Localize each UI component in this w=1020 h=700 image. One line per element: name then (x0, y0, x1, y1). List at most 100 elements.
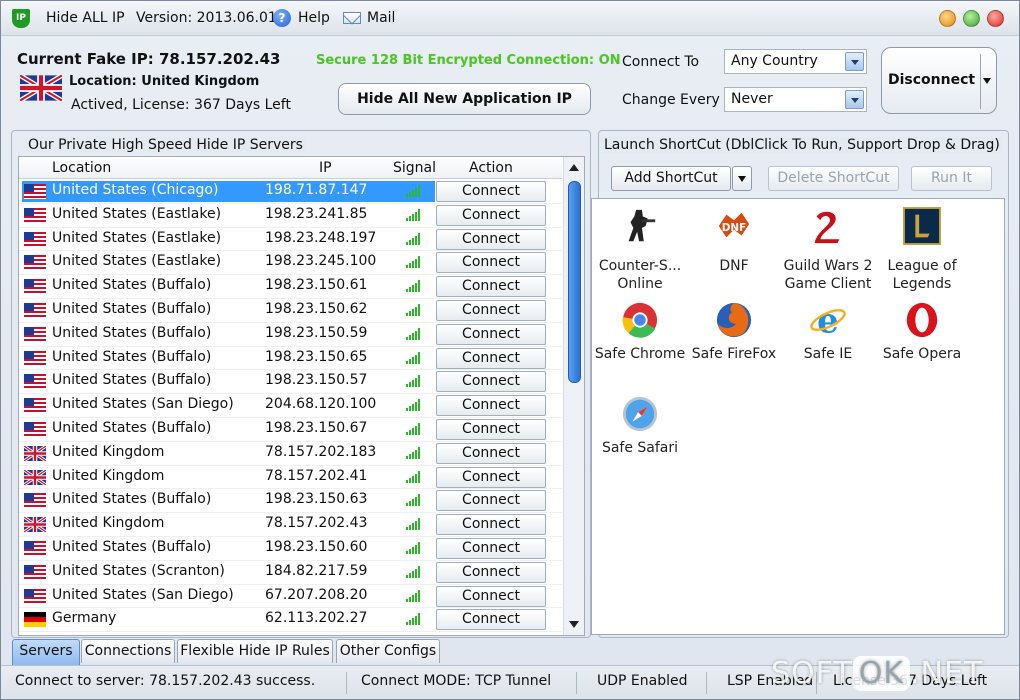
connect-button[interactable]: Connect (436, 252, 546, 274)
table-row[interactable]: United States (Buffalo) 198.23.150.62 Conn… (19, 299, 562, 323)
status-message: Connect to server: 78.157.202.43 success… (15, 673, 316, 689)
watermark-mid: OK (852, 656, 911, 691)
connect-button[interactable]: Connect (436, 561, 546, 583)
us-flag-icon (24, 564, 46, 580)
delete-shortcut-button[interactable]: Delete ShortCut (768, 166, 899, 191)
table-row[interactable]: United States (San Diego) 204.68.120.100 C… (19, 394, 562, 418)
column-location[interactable]: Location (52, 160, 111, 176)
connect-button[interactable]: Connect (436, 585, 546, 607)
table-row[interactable]: United States (Buffalo) 198.23.150.65 Conn… (19, 347, 562, 371)
mail-icon[interactable] (343, 12, 361, 24)
tab-servers[interactable]: Servers (12, 639, 80, 665)
help-link[interactable]: Help (298, 10, 330, 26)
column-signal[interactable]: Signal (393, 160, 436, 176)
hide-all-new-ip-button[interactable]: Hide All New Application IP (338, 83, 591, 115)
connect-button[interactable]: Connect (436, 204, 546, 226)
connect-button[interactable]: Connect (436, 228, 546, 250)
shortcut-league-of-legends[interactable]: League of Legends (874, 207, 970, 292)
shortcut-safe-opera[interactable]: Safe Opera (874, 301, 970, 362)
connect-button[interactable]: Connect (436, 276, 546, 298)
scroll-down-icon[interactable] (569, 621, 579, 628)
shortcut-guild-wars[interactable]: Guild Wars 2 Game Client (780, 207, 876, 292)
connect-button[interactable]: Connect (436, 395, 546, 417)
server-location: United States (Eastlake) (52, 253, 222, 270)
column-ip[interactable]: IP (319, 160, 332, 176)
connect-to-select[interactable]: Any Country (724, 49, 867, 74)
shortcut-safe-ie[interactable]: e Safe IE (780, 301, 876, 362)
close-button[interactable] (987, 10, 1004, 27)
table-row[interactable]: United States (Buffalo) 198.23.150.60 Conn… (19, 537, 562, 561)
connect-button[interactable]: Connect (436, 514, 546, 536)
table-row[interactable]: United Kingdom 78.157.202.41 Connect (19, 466, 562, 490)
shortcut-safe-firefox[interactable]: Safe FireFox (686, 301, 782, 362)
connect-button[interactable]: Connect (436, 181, 546, 202)
table-row[interactable]: United States (Buffalo) 198.23.150.67 Conn… (19, 418, 562, 442)
table-row[interactable]: United States (Chicago) 198.71.87.147 Conn… (19, 180, 562, 204)
signal-strength-icon (406, 589, 420, 602)
table-row[interactable]: United States (Eastlake) 198.23.245.100 Co… (19, 251, 562, 276)
scroll-up-icon[interactable] (569, 164, 579, 171)
connect-button[interactable]: Connect (436, 538, 546, 559)
run-it-button[interactable]: Run It (911, 166, 992, 191)
server-ip: 78.157.202.43 (265, 515, 368, 532)
tab-other-configs[interactable]: Other Configs (336, 639, 440, 663)
minimize-button[interactable] (939, 10, 956, 27)
chrome-icon (622, 302, 658, 338)
maximize-button[interactable] (963, 10, 980, 27)
table-row[interactable]: United States (Buffalo) 198.23.150.57 Conn… (19, 370, 562, 395)
server-ip: 198.23.150.60 (265, 539, 368, 555)
connect-button[interactable]: Connect (436, 300, 546, 321)
chevron-down-icon[interactable] (845, 90, 864, 109)
shortcut-counter-strike[interactable]: Counter-S... Online (592, 207, 688, 292)
chevron-down-icon[interactable] (845, 52, 864, 71)
table-row[interactable]: Germany 62.113.202.27 Connect (19, 608, 562, 633)
server-location: United States (Buffalo) (52, 277, 212, 294)
table-row[interactable]: United States (Buffalo) 198.23.150.63 Conn… (19, 489, 562, 514)
scrollbar-thumb[interactable] (568, 181, 581, 383)
mail-link[interactable]: Mail (367, 10, 395, 26)
signal-strength-icon (406, 470, 420, 483)
servers-table: Location IP Signal Action United States … (18, 156, 585, 636)
connect-button[interactable]: Connect (436, 347, 546, 369)
table-row[interactable]: United Kingdom 78.157.202.183 Connect (19, 442, 562, 466)
connect-button[interactable]: Connect (436, 371, 546, 393)
us-flag-icon (24, 422, 46, 437)
connect-button[interactable]: Connect (436, 323, 546, 345)
connect-button[interactable]: Connect (436, 466, 546, 488)
change-every-select[interactable]: Never (724, 87, 867, 112)
server-location: United States (Chicago) (52, 182, 219, 198)
table-row[interactable]: United States (Eastlake) 198.23.248.197 Co… (19, 228, 562, 252)
tab-flexible-hide-ip-rules[interactable]: Flexible Hide IP Rules (177, 639, 333, 663)
current-fake-ip: Current Fake IP: 78.157.202.43 (17, 50, 281, 68)
shortcut-safe-chrome[interactable]: Safe Chrome (592, 301, 688, 362)
connect-button[interactable]: Connect (436, 609, 546, 631)
shortcut-dnf[interactable]: DNF DNF (686, 207, 782, 287)
shortcut-label: DNF (719, 258, 749, 274)
vertical-scrollbar[interactable] (563, 157, 584, 635)
shortcut-label: League of Legends (887, 258, 957, 292)
connect-button[interactable]: Connect (436, 490, 546, 512)
tab-connections[interactable]: Connections (81, 639, 175, 663)
table-row[interactable]: United States (Buffalo) 198.23.150.59 Conn… (19, 323, 562, 347)
connect-button[interactable]: Connect (436, 419, 546, 440)
chevron-down-icon[interactable] (732, 166, 752, 191)
chevron-down-icon[interactable] (983, 78, 991, 84)
connect-to-label: Connect To (622, 54, 700, 70)
server-location: United States (San Diego) (52, 396, 234, 413)
connect-button[interactable]: Connect (436, 442, 546, 464)
disconnect-button[interactable]: Disconnect (881, 47, 997, 114)
table-row[interactable]: United Kingdom 78.157.202.43 Connect (19, 513, 562, 537)
app-window: IP Hide ALL IP Version: 2013.06.01 ? Hel… (0, 0, 1020, 700)
connect-to-value: Any Country (731, 53, 818, 69)
safari-icon (622, 396, 658, 432)
help-icon[interactable]: ? (273, 9, 291, 27)
servers-group-title: Our Private High Speed Hide IP Servers (25, 137, 306, 153)
table-row[interactable]: United States (Buffalo) 198.23.150.61 Conn… (19, 275, 562, 299)
table-row[interactable]: United States (San Diego) 67.207.208.20 Co… (19, 585, 562, 609)
server-location: United Kingdom (52, 515, 165, 532)
table-row[interactable]: United States (Eastlake) 198.23.241.85 Con… (19, 204, 562, 228)
add-shortcut-button[interactable]: Add ShortCut (611, 166, 731, 191)
table-row[interactable]: United States (Scranton) 184.82.217.59 Con… (19, 561, 562, 585)
column-action[interactable]: Action (469, 160, 513, 176)
shortcut-safe-safari[interactable]: Safe Safari (592, 395, 688, 456)
